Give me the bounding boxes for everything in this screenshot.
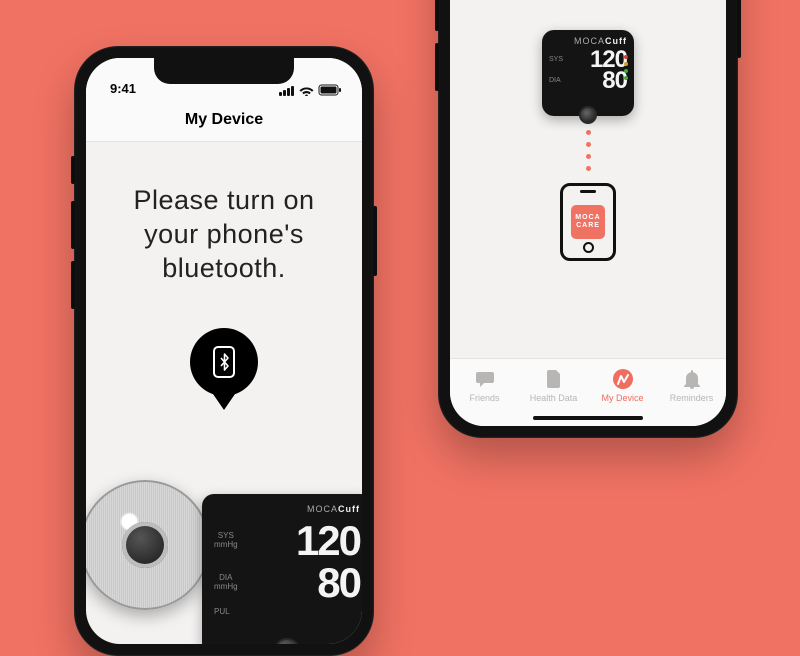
bluetooth-pin xyxy=(190,328,258,410)
chat-icon xyxy=(474,368,496,390)
tab-health-data[interactable]: Health Data xyxy=(519,359,588,412)
status-time: 9:41 xyxy=(110,81,136,96)
content-bluetooth-prompt: Please turn on your phone's bluetooth. xyxy=(86,142,362,644)
wifi-icon xyxy=(299,85,314,96)
sys-value: 120 xyxy=(296,522,360,560)
tab-friends[interactable]: Friends xyxy=(450,359,519,412)
battery-icon xyxy=(318,84,342,96)
device-badge-icon xyxy=(612,368,634,390)
phone-mock-right: Step 3 Syncing in progress. Please keep … xyxy=(438,0,738,438)
round-device-illustration xyxy=(86,480,210,610)
nav-bar: My Device xyxy=(86,98,362,142)
screen-left: 9:41 My Device Please turn on your phone… xyxy=(86,58,362,644)
tab-my-device[interactable]: My Device xyxy=(588,359,657,412)
dia-label: DIAmmHg xyxy=(214,574,238,592)
sync-illustration: MOCACuff SYS 120 DIA 80 xyxy=(542,30,634,261)
dia-value: 80 xyxy=(317,564,360,602)
cuff-device-small: MOCACuff SYS 120 DIA 80 xyxy=(542,30,634,116)
headline: Please turn on your phone's bluetooth. xyxy=(86,184,362,285)
app-tile: MOCA CARE xyxy=(571,205,605,239)
bell-icon xyxy=(681,368,703,390)
phone-outline-icon xyxy=(213,346,235,378)
sync-dots-icon xyxy=(586,130,591,171)
tab-reminders[interactable]: Reminders xyxy=(657,359,726,412)
tab-label: Friends xyxy=(469,393,499,403)
cellular-icon xyxy=(279,85,295,96)
tab-label: Reminders xyxy=(670,393,714,403)
bluetooth-icon xyxy=(219,353,230,371)
content-sync-step: Step 3 Syncing in progress. Please keep … xyxy=(450,0,726,358)
home-indicator[interactable] xyxy=(533,416,643,420)
screen-right: Step 3 Syncing in progress. Please keep … xyxy=(450,0,726,426)
tab-label: My Device xyxy=(601,393,643,403)
tab-label: Health Data xyxy=(530,393,578,403)
document-icon xyxy=(543,368,565,390)
sys-label: SYSmmHg xyxy=(214,532,238,550)
phone-mock-left: 9:41 My Device Please turn on your phone… xyxy=(74,46,374,656)
pul-label: PUL xyxy=(214,608,230,617)
nav-title: My Device xyxy=(185,111,263,129)
status-indicators xyxy=(279,84,342,96)
cuff-device-illustration: MOCACuff SYSmmHg 120 DIAmmHg 80 PUL xyxy=(202,494,362,644)
phone-target-illustration: MOCA CARE xyxy=(560,183,616,261)
